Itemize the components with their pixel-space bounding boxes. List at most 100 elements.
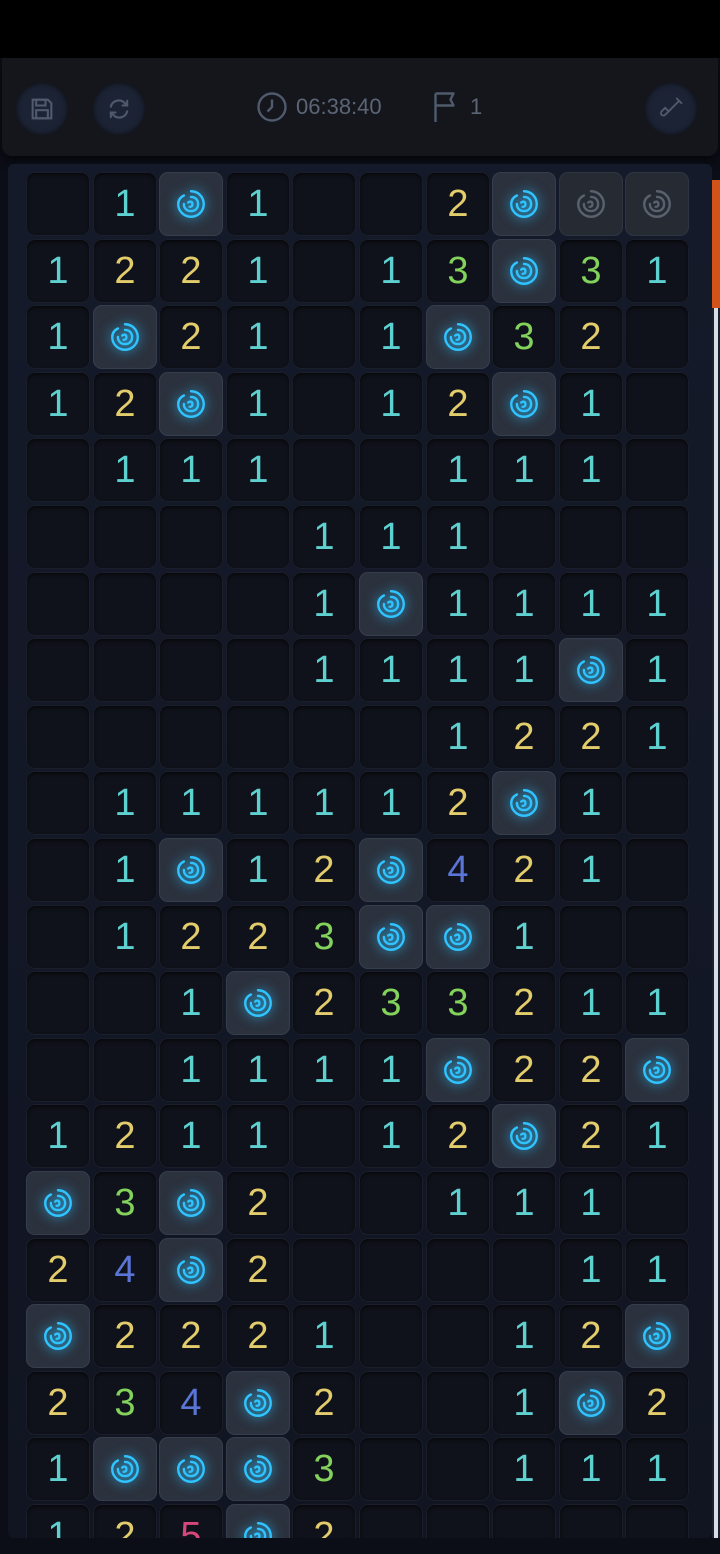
mine-cell[interactable] <box>226 1504 290 1538</box>
number-cell[interactable]: 1 <box>559 372 623 436</box>
number-cell[interactable]: 2 <box>159 1304 223 1368</box>
number-cell[interactable]: 2 <box>292 971 356 1035</box>
number-cell[interactable]: 1 <box>359 771 423 835</box>
number-cell[interactable]: 1 <box>359 305 423 369</box>
empty-cell[interactable] <box>426 1371 490 1435</box>
number-cell[interactable]: 3 <box>559 239 623 303</box>
number-cell[interactable]: 2 <box>426 172 490 236</box>
number-cell[interactable]: 1 <box>625 638 689 702</box>
mine-cell[interactable] <box>159 372 223 436</box>
number-cell[interactable]: 1 <box>226 438 290 502</box>
number-cell[interactable]: 1 <box>93 438 157 502</box>
empty-cell[interactable] <box>226 705 290 769</box>
number-cell[interactable]: 1 <box>559 572 623 636</box>
mine-cell[interactable] <box>159 838 223 902</box>
mine-cell[interactable] <box>625 1304 689 1368</box>
number-cell[interactable]: 2 <box>93 1504 157 1538</box>
scrollbar-thumb[interactable] <box>712 180 720 308</box>
number-cell[interactable]: 1 <box>359 638 423 702</box>
number-cell[interactable]: 1 <box>26 239 90 303</box>
empty-cell[interactable] <box>226 572 290 636</box>
number-cell[interactable]: 2 <box>559 1104 623 1168</box>
number-cell[interactable]: 2 <box>226 905 290 969</box>
mine-cell[interactable] <box>159 172 223 236</box>
number-cell[interactable]: 4 <box>93 1238 157 1302</box>
empty-cell[interactable] <box>625 905 689 969</box>
number-cell[interactable]: 1 <box>492 1304 556 1368</box>
number-cell[interactable]: 2 <box>426 1104 490 1168</box>
number-cell[interactable]: 4 <box>159 1371 223 1435</box>
number-cell[interactable]: 1 <box>359 1038 423 1102</box>
empty-cell[interactable] <box>359 438 423 502</box>
number-cell[interactable]: 1 <box>226 1038 290 1102</box>
number-cell[interactable]: 1 <box>292 1304 356 1368</box>
empty-cell[interactable] <box>359 1171 423 1235</box>
mine-cell[interactable] <box>559 1371 623 1435</box>
number-cell[interactable]: 2 <box>492 705 556 769</box>
mine-cell[interactable] <box>26 1304 90 1368</box>
empty-cell[interactable] <box>26 971 90 1035</box>
empty-cell[interactable] <box>559 505 623 569</box>
number-cell[interactable]: 2 <box>292 1504 356 1538</box>
number-cell[interactable]: 1 <box>559 1238 623 1302</box>
number-cell[interactable]: 3 <box>426 971 490 1035</box>
mine-cell[interactable] <box>226 1371 290 1435</box>
empty-cell[interactable] <box>292 1238 356 1302</box>
number-cell[interactable]: 2 <box>93 372 157 436</box>
number-cell[interactable]: 2 <box>292 838 356 902</box>
empty-cell[interactable] <box>292 172 356 236</box>
empty-cell[interactable] <box>426 1437 490 1501</box>
empty-cell[interactable] <box>625 838 689 902</box>
number-cell[interactable]: 1 <box>559 438 623 502</box>
number-cell[interactable]: 2 <box>159 905 223 969</box>
number-cell[interactable]: 1 <box>292 771 356 835</box>
number-cell[interactable]: 2 <box>226 1171 290 1235</box>
empty-cell[interactable] <box>26 438 90 502</box>
empty-cell[interactable] <box>292 438 356 502</box>
mine-cell[interactable] <box>159 1238 223 1302</box>
number-cell[interactable]: 2 <box>559 1304 623 1368</box>
empty-cell[interactable] <box>625 771 689 835</box>
number-cell[interactable]: 1 <box>93 771 157 835</box>
number-cell[interactable]: 2 <box>492 1038 556 1102</box>
empty-cell[interactable] <box>159 638 223 702</box>
number-cell[interactable]: 2 <box>492 971 556 1035</box>
number-cell[interactable]: 1 <box>625 1104 689 1168</box>
number-cell[interactable]: 2 <box>625 1371 689 1435</box>
empty-cell[interactable] <box>559 905 623 969</box>
empty-cell[interactable] <box>93 572 157 636</box>
number-cell[interactable]: 1 <box>226 372 290 436</box>
mine-cell[interactable] <box>625 172 689 236</box>
empty-cell[interactable] <box>159 705 223 769</box>
number-cell[interactable]: 1 <box>426 1171 490 1235</box>
mine-cell[interactable] <box>159 1171 223 1235</box>
number-cell[interactable]: 3 <box>426 239 490 303</box>
empty-cell[interactable] <box>159 572 223 636</box>
empty-cell[interactable] <box>26 572 90 636</box>
number-cell[interactable]: 1 <box>492 438 556 502</box>
number-cell[interactable]: 1 <box>559 1437 623 1501</box>
number-cell[interactable]: 1 <box>559 1171 623 1235</box>
shovel-button[interactable] <box>645 83 697 135</box>
empty-cell[interactable] <box>292 305 356 369</box>
empty-cell[interactable] <box>292 705 356 769</box>
empty-cell[interactable] <box>625 305 689 369</box>
number-cell[interactable]: 2 <box>93 239 157 303</box>
number-cell[interactable]: 1 <box>26 1104 90 1168</box>
mine-cell[interactable] <box>426 1038 490 1102</box>
empty-cell[interactable] <box>426 1504 490 1538</box>
number-cell[interactable]: 1 <box>226 305 290 369</box>
empty-cell[interactable] <box>93 971 157 1035</box>
number-cell[interactable]: 1 <box>359 239 423 303</box>
number-cell[interactable]: 1 <box>625 572 689 636</box>
empty-cell[interactable] <box>26 172 90 236</box>
number-cell[interactable]: 1 <box>93 838 157 902</box>
mine-cell[interactable] <box>426 905 490 969</box>
number-cell[interactable]: 2 <box>559 305 623 369</box>
number-cell[interactable]: 1 <box>359 505 423 569</box>
number-cell[interactable]: 2 <box>26 1371 90 1435</box>
empty-cell[interactable] <box>625 505 689 569</box>
number-cell[interactable]: 1 <box>226 838 290 902</box>
empty-cell[interactable] <box>26 905 90 969</box>
number-cell[interactable]: 1 <box>292 638 356 702</box>
